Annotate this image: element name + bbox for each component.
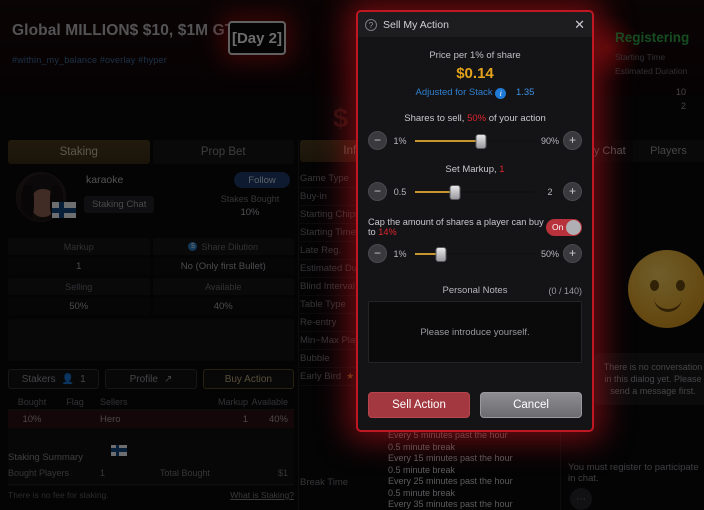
set-markup-label: Set Markup, 1 xyxy=(368,164,582,175)
set-markup-value: 1 xyxy=(499,164,505,175)
shares-to-sell-max: 90% xyxy=(540,135,559,146)
cap-shares-max: 50% xyxy=(540,248,559,259)
question-mark-icon[interactable]: ? xyxy=(365,18,377,31)
plus-icon[interactable]: + xyxy=(563,182,582,201)
adjusted-for-stack-value: 1.35 xyxy=(515,87,535,98)
dialog-body: Price per 1% of share $0.14 Adjusted for… xyxy=(358,37,592,381)
sell-my-action-dialog: ? Sell My Action ✕ Price per 1% of share… xyxy=(356,10,594,432)
set-markup-slider[interactable] xyxy=(415,184,535,200)
close-icon[interactable]: ✕ xyxy=(574,18,585,31)
dialog-title: Sell My Action xyxy=(383,18,449,31)
plus-icon[interactable]: + xyxy=(563,244,582,263)
shares-to-sell-slider-row: − 1% 90% + xyxy=(368,131,582,150)
personal-notes-input[interactable]: Please introduce yourself. xyxy=(368,301,582,363)
cap-shares-value: 14% xyxy=(378,227,397,237)
dialog-footer: Sell Action Cancel xyxy=(358,381,592,430)
minus-icon[interactable]: − xyxy=(368,244,387,263)
shares-to-sell-value: 50% xyxy=(467,113,487,124)
set-markup-prefix: Set Markup, xyxy=(445,164,500,175)
price-label: Price per 1% of share xyxy=(429,50,521,61)
price-value: $0.14 xyxy=(456,65,494,82)
plus-icon[interactable]: + xyxy=(563,131,582,150)
cap-shares-slider[interactable] xyxy=(415,246,535,262)
adjusted-for-stack-row: Adjusted for Stack i 1.35 xyxy=(368,87,582,99)
shares-to-sell-suffix: of your action xyxy=(486,113,546,124)
personal-notes-counter: (0 / 140) xyxy=(548,285,582,296)
cap-shares-label: Cap the amount of shares a player can bu… xyxy=(368,217,546,237)
personal-notes-title: Personal Notes xyxy=(442,285,508,296)
set-markup-slider-row: − 0.5 2 + xyxy=(368,182,582,201)
shares-to-sell-slider[interactable] xyxy=(415,133,535,149)
cap-shares-toggle-label: On xyxy=(552,221,564,232)
shares-to-sell-min: 1% xyxy=(393,135,407,146)
shares-to-sell-label: Shares to sell, 50% of your action xyxy=(368,113,582,124)
info-icon[interactable]: i xyxy=(495,88,507,99)
cap-shares-min: 1% xyxy=(393,248,407,259)
sell-action-button[interactable]: Sell Action xyxy=(368,392,470,418)
cap-shares-row: Cap the amount of shares a player can bu… xyxy=(368,217,582,237)
cancel-button[interactable]: Cancel xyxy=(480,392,582,418)
personal-notes-header: Personal Notes (0 / 140) xyxy=(368,285,582,296)
cap-shares-slider-row: − 1% 50% + xyxy=(368,244,582,263)
minus-icon[interactable]: − xyxy=(368,182,387,201)
personal-notes-placeholder: Please introduce yourself. xyxy=(420,326,530,338)
cap-shares-toggle[interactable]: On xyxy=(546,218,582,236)
set-markup-min: 0.5 xyxy=(393,186,407,197)
modal-backdrop[interactable] xyxy=(0,0,704,510)
set-markup-max: 2 xyxy=(547,186,553,197)
shares-to-sell-prefix: Shares to sell, xyxy=(404,113,468,124)
minus-icon[interactable]: − xyxy=(368,131,387,150)
dialog-header: ? Sell My Action ✕ xyxy=(358,12,592,37)
adjusted-for-stack-label: Adjusted for Stack xyxy=(415,87,493,98)
